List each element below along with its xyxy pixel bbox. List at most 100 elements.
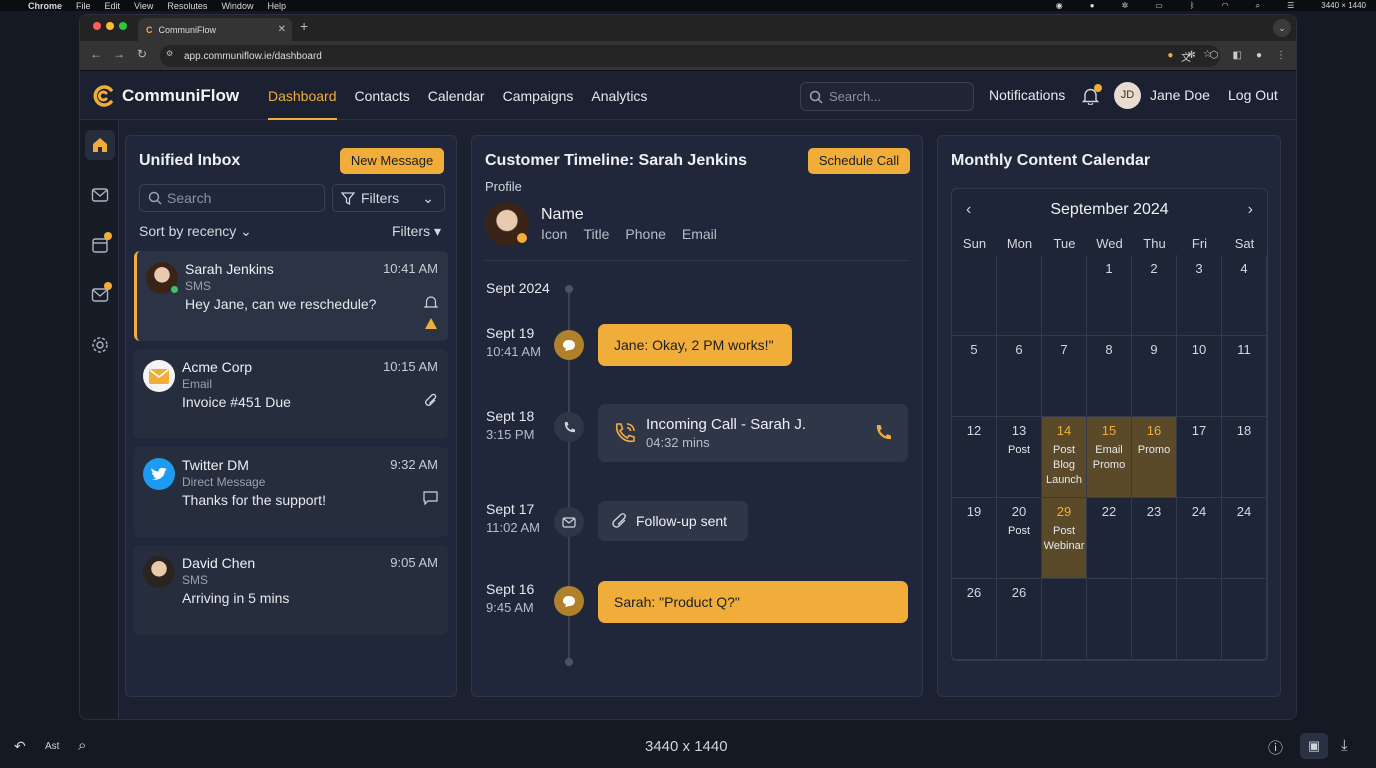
calendar-day-cell[interactable]: 24 xyxy=(1222,498,1267,579)
tab-close-icon[interactable]: ✕ xyxy=(278,24,286,35)
download-icon[interactable]: ⤓ xyxy=(1341,737,1348,754)
sidepanel-icon[interactable]: ◧ xyxy=(1233,50,1242,61)
sidebar-item-home[interactable] xyxy=(85,130,115,160)
calendar-day-cell[interactable]: 9 xyxy=(1132,336,1177,417)
calendar-event[interactable]: Post xyxy=(997,524,1041,539)
user-name[interactable]: Jane Doe xyxy=(1150,87,1210,103)
calendar-day-cell[interactable]: 15 Email Promo xyxy=(1087,417,1132,498)
reload-icon[interactable]: ↻ xyxy=(137,47,147,61)
calendar-event[interactable]: Promo xyxy=(1132,443,1176,458)
undo-icon[interactable]: ↶ xyxy=(14,738,26,755)
event-bubble[interactable]: Sarah: "Product Q?" xyxy=(598,581,908,623)
menu-view[interactable]: View xyxy=(134,1,153,11)
nav-analytics[interactable]: Analytics xyxy=(591,72,647,120)
calendar-day-cell[interactable]: 23 xyxy=(1132,498,1177,579)
calendar-day-cell[interactable]: 17 xyxy=(1177,417,1222,498)
new-tab-button[interactable]: + xyxy=(300,18,308,34)
calendar-day-cell[interactable]: 29 Post Webinar xyxy=(1042,498,1087,579)
calendar-day-cell[interactable] xyxy=(1042,255,1087,336)
wifi-icon[interactable]: ◠ xyxy=(1222,1,1229,10)
maximize-window-button[interactable] xyxy=(119,22,127,30)
new-message-button[interactable]: New Message xyxy=(340,148,444,174)
record-icon[interactable]: ● xyxy=(1090,1,1095,10)
nav-campaigns[interactable]: Campaigns xyxy=(503,72,574,120)
chat-bubble-icon[interactable] xyxy=(423,491,438,510)
sidebar-item-messages[interactable] xyxy=(85,280,115,310)
calendar-day-cell[interactable]: 19 xyxy=(952,498,997,579)
notifications-link[interactable]: Notifications xyxy=(989,87,1065,103)
battery-icon[interactable]: ▭ xyxy=(1155,1,1163,10)
calendar-day-cell[interactable] xyxy=(1177,579,1222,660)
menu-app-name[interactable]: Chrome xyxy=(28,1,62,11)
event-bubble[interactable]: Jane: Okay, 2 PM works!" xyxy=(598,324,792,366)
logout-button[interactable]: Log Out xyxy=(1228,87,1278,103)
menu-resolutes[interactable]: Resolutes xyxy=(167,1,207,11)
menu-window[interactable]: Window xyxy=(221,1,253,11)
chrome-status-icon[interactable]: ◉ xyxy=(1056,1,1063,10)
calendar-day-cell[interactable]: 14 Post Blog Launch xyxy=(1042,417,1087,498)
calendar-day-cell[interactable]: 13 Post xyxy=(997,417,1042,498)
menu-file[interactable]: File xyxy=(76,1,91,11)
extensions-icon[interactable]: ⬡ xyxy=(1210,50,1219,61)
inbox-message-sarah[interactable]: Sarah Jenkins SMS Hey Jane, can we resch… xyxy=(134,251,448,341)
calendar-day-cell[interactable]: 8 xyxy=(1087,336,1132,417)
app-logo[interactable]: CommuniFlow xyxy=(92,84,239,108)
calendar-event[interactable]: Post Webinar xyxy=(1042,524,1086,554)
browser-menu-icon[interactable]: ⋮ xyxy=(1276,50,1286,61)
calendar-day-cell[interactable]: 12 xyxy=(952,417,997,498)
calendar-day-cell[interactable]: 7 xyxy=(1042,336,1087,417)
tab-search-button[interactable]: ⌄ xyxy=(1273,19,1291,37)
calendar-day-cell[interactable]: 10 xyxy=(1177,336,1222,417)
calendar-day-cell[interactable] xyxy=(997,255,1042,336)
site-info-icon[interactable]: ⚙ xyxy=(166,49,180,63)
sidebar-item-settings[interactable] xyxy=(85,330,115,360)
calendar-day-cell[interactable]: 2 xyxy=(1132,255,1177,336)
nav-contacts[interactable]: Contacts xyxy=(355,72,410,120)
browser-tab[interactable]: C CommuniFlow ✕ xyxy=(138,18,292,41)
next-month-icon[interactable]: › xyxy=(1248,201,1253,219)
bell-button[interactable] xyxy=(1081,84,1102,110)
zoom-search-icon[interactable]: ⌕ xyxy=(78,737,86,754)
filters-dropdown[interactable]: Filters ⌄ xyxy=(332,184,445,212)
calendar-day-cell[interactable] xyxy=(1222,579,1267,660)
user-avatar[interactable]: JD xyxy=(1114,82,1141,109)
calendar-day-cell[interactable]: 26 xyxy=(952,579,997,660)
calendar-day-cell[interactable] xyxy=(1132,579,1177,660)
followup-event-card[interactable]: Follow-up sent xyxy=(598,501,748,541)
global-search-input[interactable]: Search... xyxy=(800,82,974,111)
extension-puzzle-icon[interactable]: ✻ xyxy=(1187,50,1195,61)
control-center-icon[interactable]: ☰ xyxy=(1287,1,1294,10)
back-icon[interactable]: ← xyxy=(90,47,102,61)
gear-status-icon[interactable]: ✲ xyxy=(1122,1,1129,10)
calendar-day-cell[interactable] xyxy=(1087,579,1132,660)
screenshot-icon[interactable]: ▣ xyxy=(1300,733,1328,759)
filters-sort-dropdown[interactable]: Filters ▾ xyxy=(392,223,441,240)
paperclip-icon[interactable] xyxy=(424,393,438,414)
sidebar-item-inbox[interactable] xyxy=(85,180,115,210)
calendar-day-cell[interactable]: 26 xyxy=(997,579,1042,660)
inbox-message-twitter[interactable]: Twitter DM Direct Message Thanks for the… xyxy=(134,447,448,537)
calendar-day-cell[interactable]: 4 xyxy=(1222,255,1267,336)
nav-calendar[interactable]: Calendar xyxy=(428,72,485,120)
calendar-day-cell[interactable] xyxy=(1042,579,1087,660)
calendar-day-cell[interactable] xyxy=(952,255,997,336)
menu-edit[interactable]: Edit xyxy=(105,1,121,11)
calendar-day-cell[interactable]: 20 Post xyxy=(997,498,1042,579)
nav-dashboard[interactable]: Dashboard xyxy=(268,72,337,120)
calendar-event[interactable]: Post xyxy=(997,443,1041,458)
calendar-day-cell[interactable]: 18 xyxy=(1222,417,1267,498)
sort-dropdown[interactable]: Sort by recency ⌄ xyxy=(139,223,252,239)
calendar-day-cell[interactable]: 11 xyxy=(1222,336,1267,417)
extension-icon[interactable]: ● xyxy=(1167,50,1173,61)
sidebar-item-calendar[interactable] xyxy=(85,230,115,260)
calendar-event[interactable]: Email Promo xyxy=(1087,443,1131,473)
calendar-day-cell[interactable]: 24 xyxy=(1177,498,1222,579)
calendar-day-cell[interactable]: 16 Promo xyxy=(1132,417,1177,498)
info-icon[interactable]: ⓘ xyxy=(1268,737,1283,758)
inbox-message-acme[interactable]: Acme Corp Email Invoice #451 Due 10:15 A… xyxy=(134,349,448,439)
calendar-event[interactable]: Post Blog Launch xyxy=(1042,443,1086,488)
calendar-day-cell[interactable]: 3 xyxy=(1177,255,1222,336)
calendar-day-cell[interactable]: 6 xyxy=(997,336,1042,417)
schedule-call-button[interactable]: Schedule Call xyxy=(808,148,910,174)
menu-help[interactable]: Help xyxy=(267,1,286,11)
